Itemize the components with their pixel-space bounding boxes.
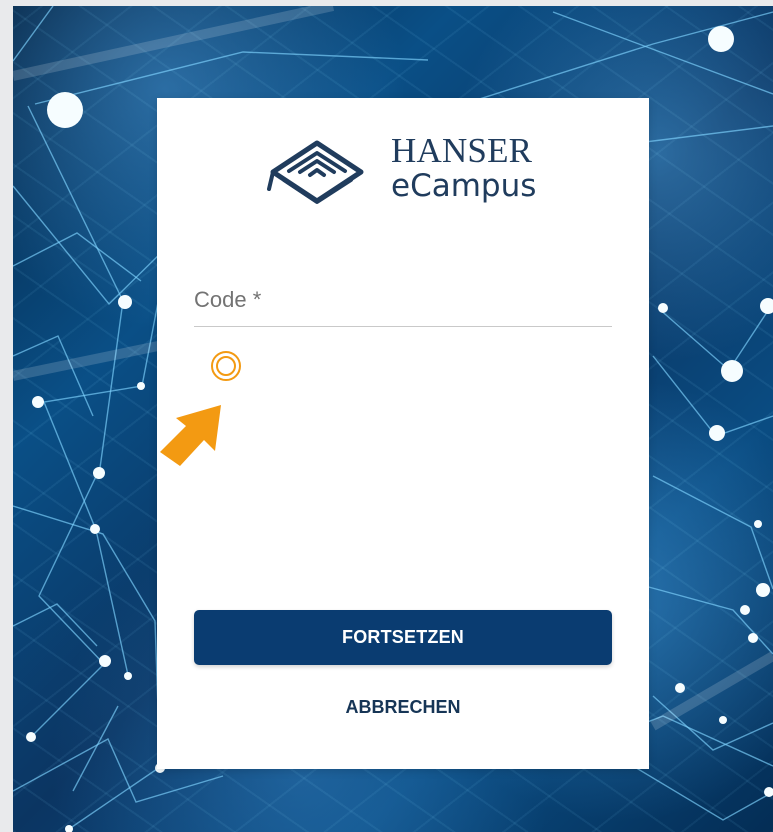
brand-title-line1: HANSER	[391, 131, 533, 170]
brand-title-line2: eCampus	[391, 168, 537, 204]
tap-pointer-overlay	[160, 351, 241, 466]
code-input[interactable]	[194, 274, 612, 326]
brand-logo: HANSER eCampus	[265, 132, 550, 214]
continue-button[interactable]: FORTSETZEN	[194, 610, 612, 665]
code-field[interactable]	[194, 274, 612, 327]
login-screen: HANSER eCampus FORTSETZEN ABBRECHEN	[0, 0, 773, 832]
brand-text: HANSER eCampus	[391, 131, 537, 204]
cancel-button[interactable]: ABBRECHEN	[157, 692, 649, 722]
tap-ring-icon	[211, 351, 241, 381]
graduation-cap-icon	[267, 140, 364, 204]
pointer-arrow-icon	[160, 405, 221, 466]
